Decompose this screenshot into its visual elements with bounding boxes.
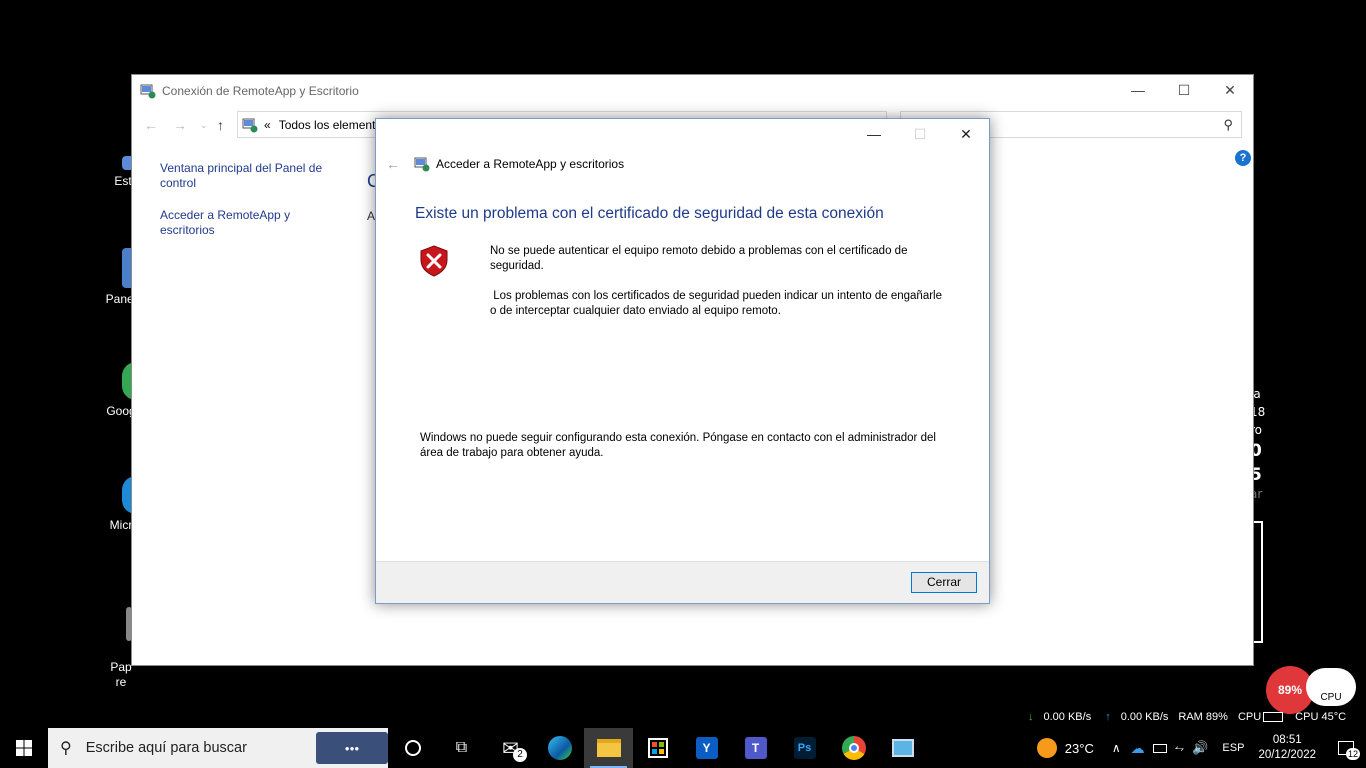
download-speed: 0.00 KB/s — [1043, 711, 1092, 723]
taskbar-photoshop[interactable]: Ps — [780, 728, 829, 768]
search-icon: ⚲ — [60, 740, 72, 757]
taskbar-edge[interactable] — [535, 728, 584, 768]
close-button[interactable]: ✕ — [1207, 75, 1253, 105]
notification-center-button[interactable]: 12 — [1326, 728, 1366, 768]
minimize-button[interactable]: — — [851, 119, 897, 149]
battery-icon[interactable] — [1152, 743, 1167, 753]
cerrar-button[interactable]: Cerrar — [911, 572, 977, 593]
ram-usage: RAM 89% — [1178, 711, 1228, 723]
folder-icon — [596, 739, 621, 757]
teams-icon: T — [744, 737, 767, 759]
upload-arrow-icon: ↑ — [1105, 711, 1111, 723]
search-icon: ⚲ — [1223, 117, 1233, 132]
download-arrow-icon: ↓ — [1028, 711, 1034, 723]
weather-temperature[interactable]: 23°C — [1065, 741, 1094, 756]
onedrive-icon[interactable]: ☁ — [1131, 740, 1145, 757]
taskbar-teams[interactable]: T — [731, 728, 780, 768]
cpu-temperature: CPU 45°C — [1295, 711, 1347, 723]
upload-speed: 0.00 KB/s — [1120, 711, 1169, 723]
title-bar[interactable]: Conexión de RemoteApp y Escritorio — [132, 75, 1253, 107]
taskbar-mail[interactable]: ✉ 2 — [486, 728, 535, 768]
cpu-graph-icon — [1263, 712, 1284, 722]
sidebar-link-control-panel-home[interactable]: Ventana principal del Panel de control — [160, 161, 330, 191]
taskbar: ⚲ Escribe aquí para buscar ●●● ⧉ ✉ 2 Y T… — [0, 728, 1366, 768]
yammer-icon: Y — [695, 737, 718, 759]
dialog-header: ← Acceder a RemoteApp y escritorios — [386, 156, 624, 172]
chrome-icon — [841, 736, 866, 760]
search-placeholder: Escribe aquí para buscar — [85, 740, 247, 756]
breadcrumb: Todos los elemento — [278, 117, 383, 132]
show-hidden-icons-chevron-icon[interactable]: ∧ — [1112, 741, 1121, 755]
up-arrow-icon[interactable]: ↑ — [217, 117, 224, 133]
taskbar-chrome[interactable] — [829, 728, 878, 768]
minimize-button[interactable]: — — [1115, 75, 1161, 105]
task-view-icon: ⧉ — [455, 739, 468, 756]
close-button[interactable]: ✕ — [943, 119, 989, 149]
error-heading: Existe un problema con el certificado de… — [415, 205, 884, 222]
page-body-text: A — [367, 209, 376, 223]
store-icon — [647, 738, 668, 758]
sidebar-link-access-remoteapp[interactable]: Acceder a RemoteApp y escritorios — [160, 208, 330, 238]
task-view-button[interactable]: ⧉ — [437, 728, 486, 768]
window-title: Conexión de RemoteApp y Escritorio — [162, 84, 359, 98]
sidebar: Ventana principal del Panel de control A… — [160, 161, 330, 255]
clock-time: 08:51 — [1272, 734, 1302, 746]
back-arrow-icon[interactable]: ← — [144, 117, 158, 133]
network-stats-bar: ↓ 0.00 KB/s ↑ 0.00 KB/s RAM 89% CPU CPU … — [1020, 706, 1366, 728]
wifi-icon[interactable]: ⥊ — [1175, 741, 1185, 756]
remoteapp-icon — [414, 157, 430, 172]
notification-count-badge: 12 — [1345, 748, 1360, 760]
desktop-icon-label: Micr — [109, 518, 133, 532]
remoteapp-dialog: — ☐ ✕ ← Acceder a RemoteApp y escritorio… — [375, 118, 990, 604]
mail-badge: 2 — [513, 748, 527, 762]
search-highlight-image[interactable]: ●●● — [316, 732, 388, 764]
security-warning-shield-icon — [420, 245, 448, 277]
error-message-secondary: Los problemas con los certificados de se… — [490, 290, 946, 317]
cpu-usage-badge[interactable]: CPU — [1306, 668, 1356, 706]
cpu-usage-label: CPU — [1237, 711, 1262, 723]
language-indicator[interactable]: ESP — [1222, 742, 1244, 754]
system-tray: 23°C ∧ ☁ ⥊ 🔊 ESP 08:51 20/12/2022 12 — [1036, 728, 1366, 768]
clock-date: 20/12/2022 — [1258, 749, 1316, 761]
cortana-circle-icon — [404, 740, 421, 756]
desktop-icon-label: Est — [114, 174, 132, 188]
start-button[interactable] — [0, 728, 48, 768]
taskbar-store[interactable] — [633, 728, 682, 768]
maximize-button[interactable]: ☐ — [1161, 75, 1207, 105]
dialog-footer: Cerrar — [376, 561, 989, 603]
remote-desktop-icon — [891, 739, 914, 757]
back-arrow-icon[interactable]: ← — [386, 156, 400, 172]
remoteapp-icon — [242, 118, 258, 132]
help-icon[interactable]: ? — [1235, 150, 1251, 166]
error-message-primary: No se puede autenticar el equipo remoto … — [490, 245, 908, 272]
breadcrumb-chevron-icon: « — [264, 117, 271, 132]
edge-icon — [547, 736, 572, 760]
windows-logo-icon — [16, 740, 32, 756]
clock[interactable]: 08:51 20/12/2022 — [1258, 733, 1316, 763]
widget-frame — [1253, 521, 1263, 643]
cortana-button[interactable] — [388, 728, 437, 768]
weather-sun-icon[interactable] — [1036, 738, 1057, 758]
volume-icon[interactable]: 🔊 — [1192, 740, 1208, 756]
taskbar-remote-desktop[interactable] — [878, 728, 927, 768]
error-message-help: Windows no puede seguir configurando est… — [420, 432, 936, 459]
dialog-title: Acceder a RemoteApp y escritorios — [436, 157, 625, 171]
photoshop-icon: Ps — [793, 737, 816, 759]
taskbar-search-box[interactable]: ⚲ Escribe aquí para buscar ●●● — [48, 728, 388, 768]
maximize-button: ☐ — [913, 125, 927, 142]
window-controls: — ☐ ✕ — [1115, 75, 1253, 105]
taskbar-file-explorer[interactable] — [584, 728, 633, 768]
dialog-window-controls: — ☐ ✕ — [851, 119, 989, 149]
cpu-badge-label: CPU — [1320, 692, 1342, 703]
taskbar-yammer[interactable]: Y — [682, 728, 731, 768]
desktop-icon-label: Pap re — [110, 660, 132, 689]
remoteapp-icon — [140, 84, 156, 99]
recent-dropdown-icon[interactable]: ⌄ — [200, 120, 208, 131]
forward-arrow-icon[interactable]: → — [173, 117, 187, 133]
